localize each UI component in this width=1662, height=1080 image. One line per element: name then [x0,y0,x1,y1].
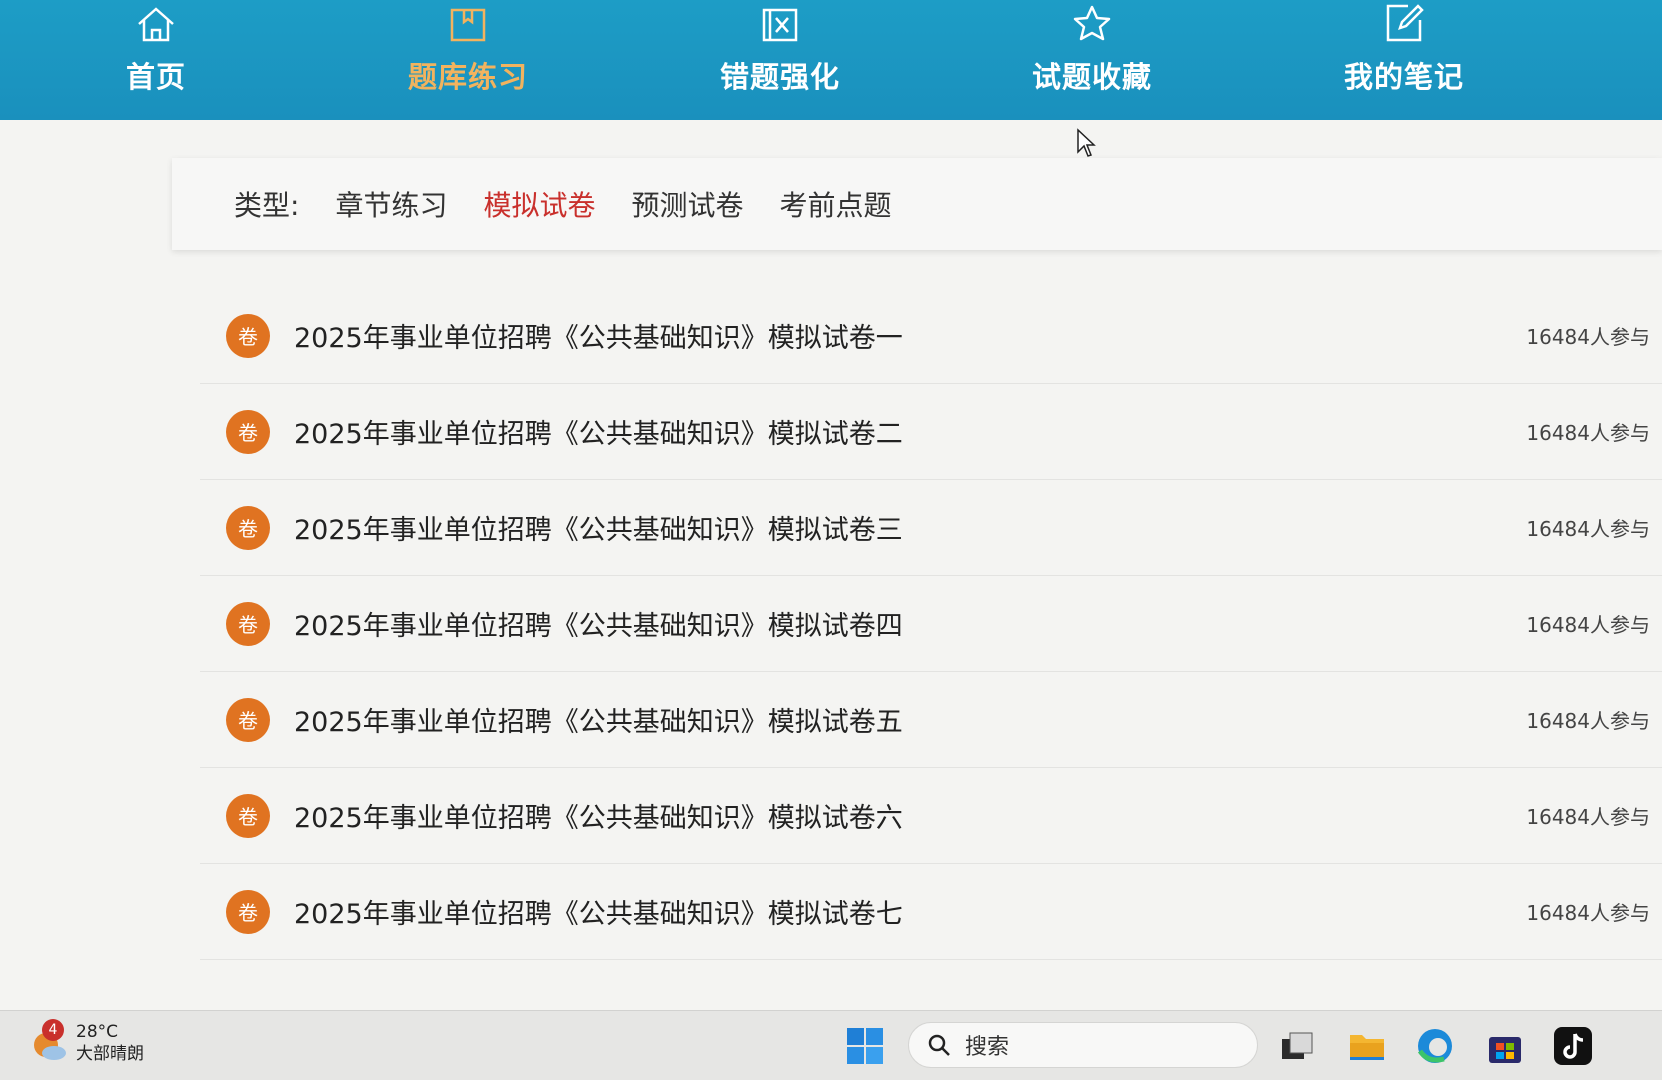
weather-sun-cloud-icon: 4 [30,1019,70,1063]
participant-count: 16484人参与 [1526,709,1650,733]
nav-item-wrong-questions[interactable]: 错题强化 [624,0,936,120]
paper-title[interactable]: 2025年事业单位招聘《公共基础知识》模拟试卷五 [294,700,903,739]
paper-row[interactable]: 卷 2025年事业单位招聘《公共基础知识》模拟试卷七 16484人参与 [200,864,1662,960]
nav-item-favorites[interactable]: 试题收藏 [936,0,1248,120]
type-option-predicted-exam[interactable]: 预测试卷 [631,184,743,224]
microsoft-store-icon[interactable] [1484,1025,1526,1067]
nav-label: 错题强化 [719,60,840,94]
paper-title[interactable]: 2025年事业单位招聘《公共基础知识》模拟试卷七 [294,892,903,931]
search-placeholder: 搜索 [965,1035,1010,1060]
windows-start-icon[interactable] [846,1027,884,1065]
type-option-pre-exam-tips[interactable]: 考前点题 [779,184,891,224]
paper-badge: 卷 [226,889,270,934]
weather-description: 大部晴朗 [76,1044,144,1064]
nav-item-notes[interactable]: 我的笔记 [1248,0,1560,120]
paper-row[interactable]: 卷 2025年事业单位招聘《公共基础知识》模拟试卷二 16484人参与 [200,384,1662,480]
home-icon [135,0,177,42]
paper-row[interactable]: 卷 2025年事业单位招聘《公共基础知识》模拟试卷六 16484人参与 [200,768,1662,864]
type-filter-label: 类型: [234,189,300,222]
type-filter-bar: 类型: 章节练习 模拟试卷 预测试卷 考前点题 [172,158,1662,250]
search-icon [928,1034,950,1056]
paper-title[interactable]: 2025年事业单位招聘《公共基础知识》模拟试卷三 [294,508,903,547]
participant-count: 16484人参与 [1526,517,1650,541]
task-view-icon[interactable] [1276,1025,1318,1067]
paper-title[interactable]: 2025年事业单位招聘《公共基础知识》模拟试卷二 [294,412,903,451]
participant-count: 16484人参与 [1526,805,1650,829]
type-option-mock-exam[interactable]: 模拟试卷 [483,184,595,224]
taskbar: 4 28°C 大部晴朗 搜索 [0,1010,1662,1080]
paper-row[interactable]: 卷 2025年事业单位招聘《公共基础知识》模拟试卷五 16484人参与 [200,672,1662,768]
paper-title[interactable]: 2025年事业单位招聘《公共基础知识》模拟试卷一 [294,316,903,355]
participant-count: 16484人参与 [1526,421,1650,445]
nav-label: 试题收藏 [1031,60,1152,94]
nav-item-question-bank[interactable]: 题库练习 [312,0,624,120]
top-navigation: 首页 题库练习 错题强化 试题收藏 我的笔记 [0,0,1662,120]
star-icon [1070,0,1114,42]
nav-item-home[interactable]: 首页 [0,0,312,120]
weather-temperature: 28°C [76,1022,119,1042]
participant-count: 16484人参与 [1526,901,1650,925]
taskbar-search[interactable]: 搜索 [908,1022,1258,1068]
paper-row[interactable]: 卷 2025年事业单位招聘《公共基础知识》模拟试卷一 16484人参与 [200,288,1662,384]
paper-title[interactable]: 2025年事业单位招聘《公共基础知识》模拟试卷六 [294,796,903,835]
mouse-cursor-icon [1077,128,1096,157]
book-icon [448,0,488,42]
paper-badge: 卷 [226,793,270,838]
wrong-question-icon [760,0,800,42]
weather-alert-badge: 4 [42,1019,64,1041]
file-explorer-icon[interactable] [1346,1025,1388,1067]
nav-label: 题库练习 [407,60,528,94]
edge-browser-icon[interactable] [1414,1025,1456,1067]
paper-badge: 卷 [226,505,270,550]
paper-badge: 卷 [226,313,270,358]
participant-count: 16484人参与 [1526,325,1650,349]
nav-label: 首页 [125,60,186,94]
paper-row[interactable]: 卷 2025年事业单位招聘《公共基础知识》模拟试卷四 16484人参与 [200,576,1662,672]
main-content: 类型: 章节练习 模拟试卷 预测试卷 考前点题 卷 2025年事业单位招聘《公共… [0,120,1662,1010]
paper-row[interactable]: 卷 2025年事业单位招聘《公共基础知识》模拟试卷三 16484人参与 [200,480,1662,576]
tiktok-app-icon[interactable] [1552,1025,1594,1067]
nav-label: 我的笔记 [1343,60,1464,94]
paper-title[interactable]: 2025年事业单位招聘《公共基础知识》模拟试卷四 [294,604,903,643]
participant-count: 16484人参与 [1526,613,1650,637]
paper-badge: 卷 [226,409,270,454]
paper-badge: 卷 [226,697,270,742]
weather-widget[interactable]: 4 28°C 大部晴朗 [30,1019,144,1065]
paper-list: 卷 2025年事业单位招聘《公共基础知识》模拟试卷一 16484人参与 卷 20… [200,288,1662,960]
note-edit-icon [1382,0,1426,42]
type-option-chapter-practice[interactable]: 章节练习 [335,184,447,224]
paper-badge: 卷 [226,601,270,646]
